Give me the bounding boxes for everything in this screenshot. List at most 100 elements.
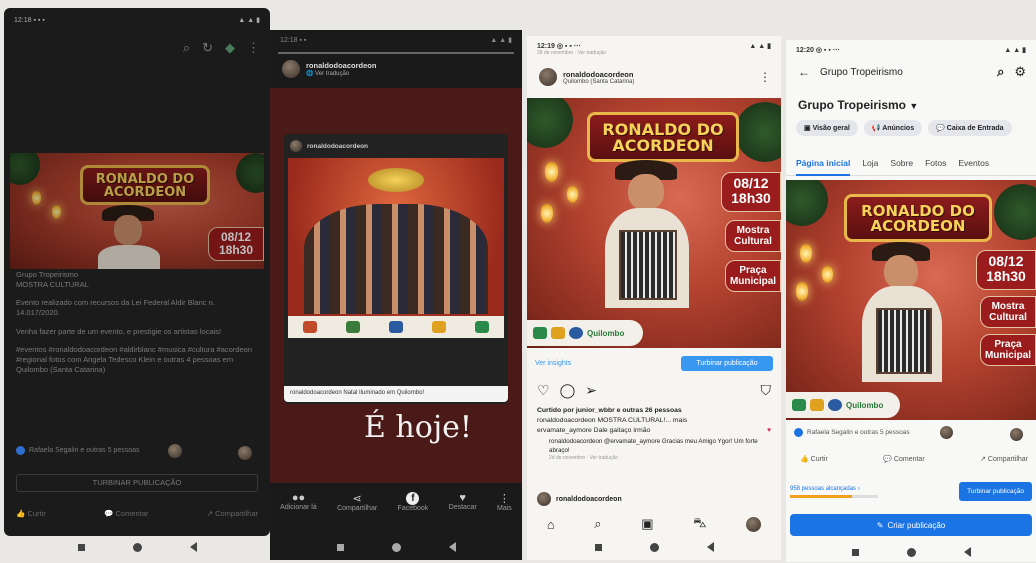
create-post-button[interactable]: ✎ Criar publicação [790, 514, 1032, 536]
profile-tab-avatar[interactable] [746, 516, 762, 532]
avatar[interactable] [539, 68, 557, 86]
reach-link[interactable]: 958 pessoas alcançadas › [790, 486, 878, 492]
tab-shop[interactable]: Loja [862, 158, 878, 168]
tab-photos[interactable]: Fotos [925, 158, 946, 168]
reach-row: 958 pessoas alcançadas › Turbinar public… [790, 482, 1032, 501]
recents-icon[interactable] [594, 543, 602, 551]
chip-ads[interactable]: 📢 Anúncios [863, 120, 923, 136]
home-icon[interactable] [649, 542, 659, 552]
reactions-text: Rafaela Segalin e outras 5 pessoas [807, 429, 910, 436]
home-icon[interactable] [132, 542, 142, 552]
story-header: ronaldodoacordeon 🌐 Ver tradução [282, 60, 376, 78]
avatar[interactable] [168, 444, 182, 458]
home-tab-icon[interactable]: ⌂ [547, 517, 555, 532]
post-location[interactable]: Quilombo (Santa Catarina) [563, 79, 753, 85]
search-icon[interactable]: ⌕ [183, 40, 190, 56]
event-poster[interactable]: RONALDO DO ACORDEON 08/12 18h30 Mostra C… [527, 98, 781, 348]
search-icon[interactable]: ⌕ [997, 64, 1004, 80]
avatar[interactable] [238, 446, 252, 460]
insights-link[interactable]: Ver insights [535, 360, 571, 367]
reply-text: ronaldodoacordeon @ervamate_aymore Graci… [549, 437, 758, 454]
like-button[interactable]: 👍 Curtir [16, 509, 46, 518]
more-action[interactable]: ⋮ Mais [497, 492, 512, 512]
search-tab-icon[interactable]: ⌕ [594, 516, 601, 532]
shield-icon[interactable]: ◆ [225, 40, 235, 56]
boost-button[interactable]: Turbinar publicação [681, 355, 773, 371]
heart-icon[interactable]: ♡ [537, 382, 550, 399]
tab-events[interactable]: Eventos [958, 158, 989, 168]
reach-progress [790, 494, 878, 498]
shop-tab-icon[interactable]: ⛍ [693, 515, 706, 533]
boost-button[interactable]: TURBINAR PUBLICAÇÃO [16, 474, 258, 492]
post-username[interactable]: ronaldodoacordeon [563, 70, 753, 79]
add-action[interactable]: ●● Adicionar lá [280, 492, 317, 511]
back-arrow-icon[interactable]: ← [798, 65, 810, 79]
reactions-row[interactable]: Rafaela Segalin e outras 5 pessoas [16, 446, 140, 455]
share-label: Compartilhar [987, 456, 1028, 463]
recents-icon[interactable] [851, 548, 859, 556]
event-poster[interactable]: RONALDO DO ACORDEON 08/12 18h30 Mostra C… [786, 180, 1036, 420]
comment-icon[interactable]: ◯ [560, 382, 576, 399]
poster-time: 18h30 [218, 242, 254, 257]
story-username[interactable]: ronaldodoacordeon [306, 61, 376, 70]
liked-by[interactable]: Curtido por junior_wbbr e outras 26 pess… [537, 406, 771, 416]
chip-inbox[interactable]: 💬 Caixa de Entrada [928, 120, 1012, 136]
next-post-username[interactable]: ronaldodoacordeon [556, 496, 622, 503]
tab-about[interactable]: Sobre [890, 158, 913, 168]
comment-button[interactable]: 💬 Comentar [104, 509, 148, 518]
avatar[interactable] [940, 426, 953, 439]
boost-button[interactable]: Turbinar publicação [959, 482, 1032, 501]
status-clock: 12:20 [796, 47, 814, 54]
refresh-icon[interactable]: ↻ [202, 40, 213, 56]
shared-post-card[interactable]: ronaldodoacordeon [284, 134, 508, 404]
like-label: Curtir [810, 456, 828, 463]
avatar[interactable] [282, 60, 300, 78]
send-icon[interactable]: ➢ [585, 382, 597, 399]
more-icon[interactable]: ⋮ [247, 40, 260, 56]
group-title-row[interactable]: Grupo Tropeirismo ▼ [798, 98, 918, 112]
back-icon[interactable] [189, 542, 197, 552]
android-nav-bar-4 [786, 542, 1036, 562]
poster-logos: Quilombo [527, 320, 643, 346]
poster-time: 18h30 [731, 189, 771, 206]
facebook-action[interactable]: f Facebook [398, 492, 428, 512]
more-icon[interactable]: ⋮ [759, 70, 771, 84]
recents-icon[interactable] [77, 543, 85, 551]
like-reaction-icon [16, 446, 25, 455]
reels-tab-icon[interactable]: ▣ [641, 516, 653, 532]
avatar[interactable] [1010, 428, 1023, 441]
gear-icon[interactable]: ⚙ [1014, 64, 1026, 80]
event-poster[interactable]: RONALDO DO ACORDEON 08/12 18h30 [10, 153, 264, 269]
translation-link[interactable]: 🌐 Ver tradução [306, 70, 376, 77]
share-button[interactable]: ↗ Compartilhar [980, 455, 1028, 463]
post-actions: 👍 Curtir 💬 Comentar ↗ Compartilhar [16, 509, 258, 518]
share-action[interactable]: ⋖ Compartilhar [337, 492, 377, 512]
post-header: ronaldodoacordeon Quilombo (Santa Catari… [539, 68, 771, 86]
comment-button[interactable]: 💬 Comentar [883, 455, 924, 463]
poster-praca-line1: Praça [739, 265, 767, 276]
status-clock: 12:19 [537, 43, 555, 50]
reach-progress-fill [790, 494, 852, 498]
recents-icon[interactable] [336, 543, 344, 551]
poster-logo-text: Quilombo [846, 400, 884, 410]
back-icon[interactable] [706, 542, 714, 552]
home-icon[interactable] [391, 542, 401, 552]
tab-home[interactable]: Página inicial [796, 158, 851, 176]
chip-overview[interactable]: ▣ Visão geral [796, 120, 858, 136]
share-button[interactable]: ↗ Compartilhar [207, 509, 258, 518]
reactions-row[interactable]: Rafaela Segalin e outras 5 pessoas [794, 428, 910, 437]
poster-mostra-line2: Cultural [734, 235, 772, 247]
home-icon[interactable] [906, 547, 916, 557]
poster-datetime: 08/12 18h30 [208, 227, 264, 261]
bookmark-icon[interactable]: ⛉ [761, 382, 772, 399]
like-button[interactable]: 👍 Curtir [800, 455, 828, 463]
back-icon[interactable] [448, 542, 456, 552]
poster-title: RONALDO DO ACORDEON [844, 194, 992, 242]
post-caption: ronaldodoacordeon MOSTRA CULTURAL!... ma… [537, 417, 688, 425]
comment-heart-icon[interactable]: ♥ [767, 426, 771, 436]
back-icon[interactable] [963, 547, 971, 557]
post-actions: 👍 Curtir 💬 Comentar ↗ Compartilhar [800, 455, 1028, 463]
chip-overview-label: Visão geral [812, 125, 850, 132]
highlight-action[interactable]: ♥ Destacar [449, 492, 477, 511]
avatar[interactable] [537, 492, 551, 506]
